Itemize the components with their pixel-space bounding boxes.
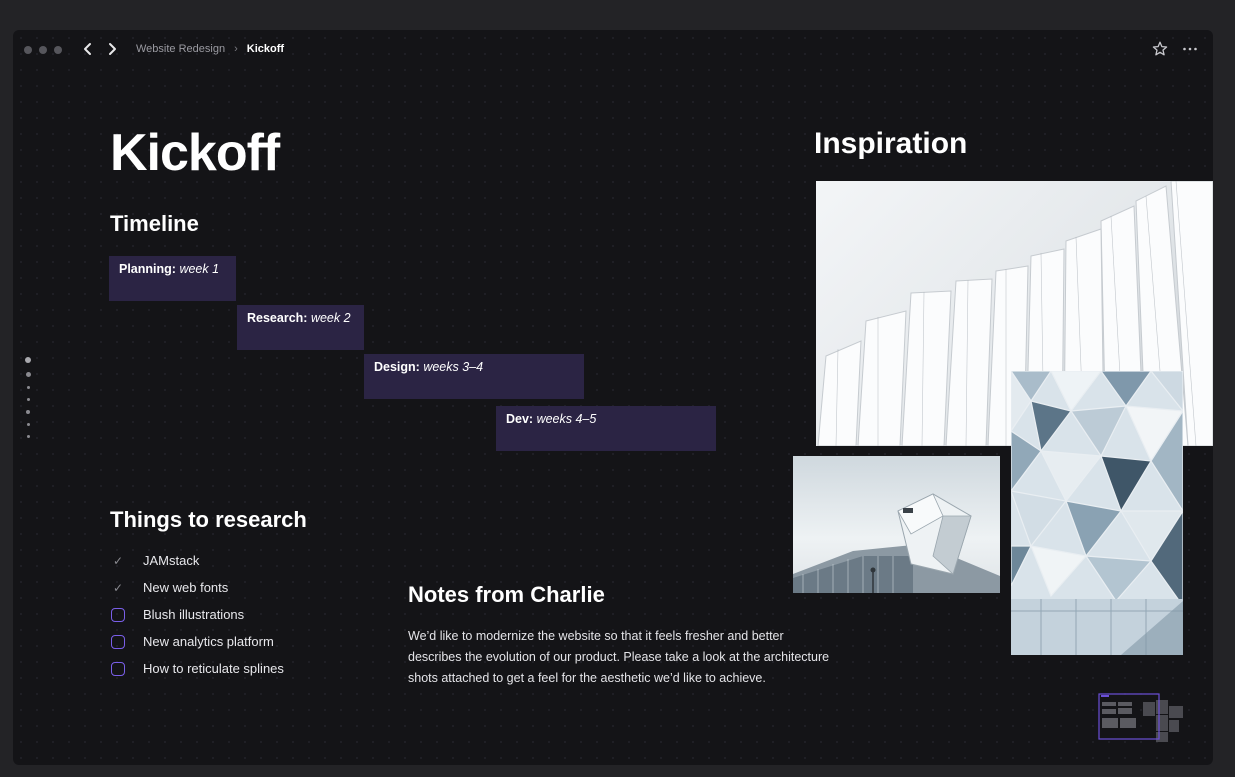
phase-label: Research: bbox=[247, 311, 308, 325]
check-icon[interactable]: ✓ bbox=[110, 580, 126, 596]
list-item: ✓ JAMstack bbox=[110, 547, 284, 574]
list-item-text: New web fonts bbox=[143, 580, 229, 595]
pager-dot[interactable] bbox=[26, 435, 30, 438]
list-item: New analytics platform bbox=[110, 628, 284, 655]
notes-line: We’d like to modernize the website so th… bbox=[408, 629, 784, 643]
star-icon[interactable] bbox=[1151, 40, 1169, 58]
title-bar: Website Redesign › Kickoff bbox=[13, 30, 1213, 68]
research-checklist: ✓ JAMstack ✓ New web fonts Blush illustr… bbox=[110, 547, 284, 682]
list-item: Blush illustrations bbox=[110, 601, 284, 628]
phase-duration: weeks 3–4 bbox=[423, 360, 484, 374]
list-item: How to reticulate splines bbox=[110, 655, 284, 682]
breadcrumb-current: Kickoff bbox=[246, 43, 285, 55]
timeline-phase-planning[interactable]: Planning: week 1 bbox=[109, 256, 236, 301]
window-controls bbox=[24, 46, 62, 54]
timeline-heading: Timeline bbox=[110, 211, 199, 236]
more-icon[interactable] bbox=[1181, 40, 1199, 58]
notes-line: describes the evolution of our product. … bbox=[408, 650, 830, 664]
page-title: Kickoff bbox=[110, 124, 280, 182]
inspiration-image-triangles[interactable] bbox=[1011, 371, 1183, 655]
notes-body: We’d like to modernize the website so th… bbox=[408, 626, 858, 689]
minimize-window-button[interactable] bbox=[39, 46, 47, 54]
pager-dot[interactable] bbox=[26, 410, 30, 414]
notes-heading: Notes from Charlie bbox=[408, 582, 605, 607]
breadcrumb: Website Redesign › Kickoff bbox=[136, 43, 284, 55]
inspiration-heading: Inspiration bbox=[814, 127, 968, 160]
phase-duration: week 2 bbox=[310, 311, 351, 325]
list-item-text: New analytics platform bbox=[143, 634, 274, 649]
pager-dot[interactable] bbox=[25, 372, 31, 377]
checkbox-icon[interactable] bbox=[111, 634, 125, 649]
forward-icon[interactable] bbox=[103, 40, 121, 58]
list-item-text: How to reticulate splines bbox=[143, 661, 284, 676]
canvas-minimap[interactable] bbox=[1098, 692, 1203, 747]
research-heading: Things to research bbox=[110, 507, 307, 532]
page-navigator[interactable] bbox=[25, 357, 31, 438]
pager-dot[interactable] bbox=[26, 423, 30, 426]
notes-line: shots attached to get a feel for the aes… bbox=[408, 671, 766, 685]
phase-label: Dev: bbox=[506, 412, 534, 426]
breadcrumb-parent[interactable]: Website Redesign bbox=[136, 43, 225, 55]
list-item-text: JAMstack bbox=[143, 553, 200, 568]
checkbox-icon[interactable] bbox=[111, 607, 125, 622]
timeline-phase-research[interactable]: Research: week 2 bbox=[237, 305, 364, 350]
breadcrumb-separator: › bbox=[234, 43, 238, 55]
app-window: Website Redesign › Kickoff Kickoff Timel… bbox=[13, 30, 1213, 765]
phase-label: Design: bbox=[374, 360, 420, 374]
check-icon[interactable]: ✓ bbox=[110, 553, 126, 569]
phase-duration: weeks 4–5 bbox=[536, 412, 597, 426]
pager-dot[interactable] bbox=[26, 386, 30, 389]
phase-label: Planning: bbox=[119, 262, 176, 276]
list-item-text: Blush illustrations bbox=[143, 607, 245, 622]
close-window-button[interactable] bbox=[24, 46, 32, 54]
timeline-phase-design[interactable]: Design: weeks 3–4 bbox=[364, 354, 584, 399]
list-item: ✓ New web fonts bbox=[110, 574, 284, 601]
maximize-window-button[interactable] bbox=[54, 46, 62, 54]
back-icon[interactable] bbox=[79, 40, 97, 58]
pager-dot[interactable] bbox=[25, 357, 31, 363]
pager-dot[interactable] bbox=[26, 398, 30, 401]
phase-duration: week 1 bbox=[179, 262, 220, 276]
checkbox-icon[interactable] bbox=[111, 661, 125, 676]
timeline-phase-dev[interactable]: Dev: weeks 4–5 bbox=[496, 406, 716, 451]
inspiration-image-tower[interactable] bbox=[793, 456, 1000, 593]
